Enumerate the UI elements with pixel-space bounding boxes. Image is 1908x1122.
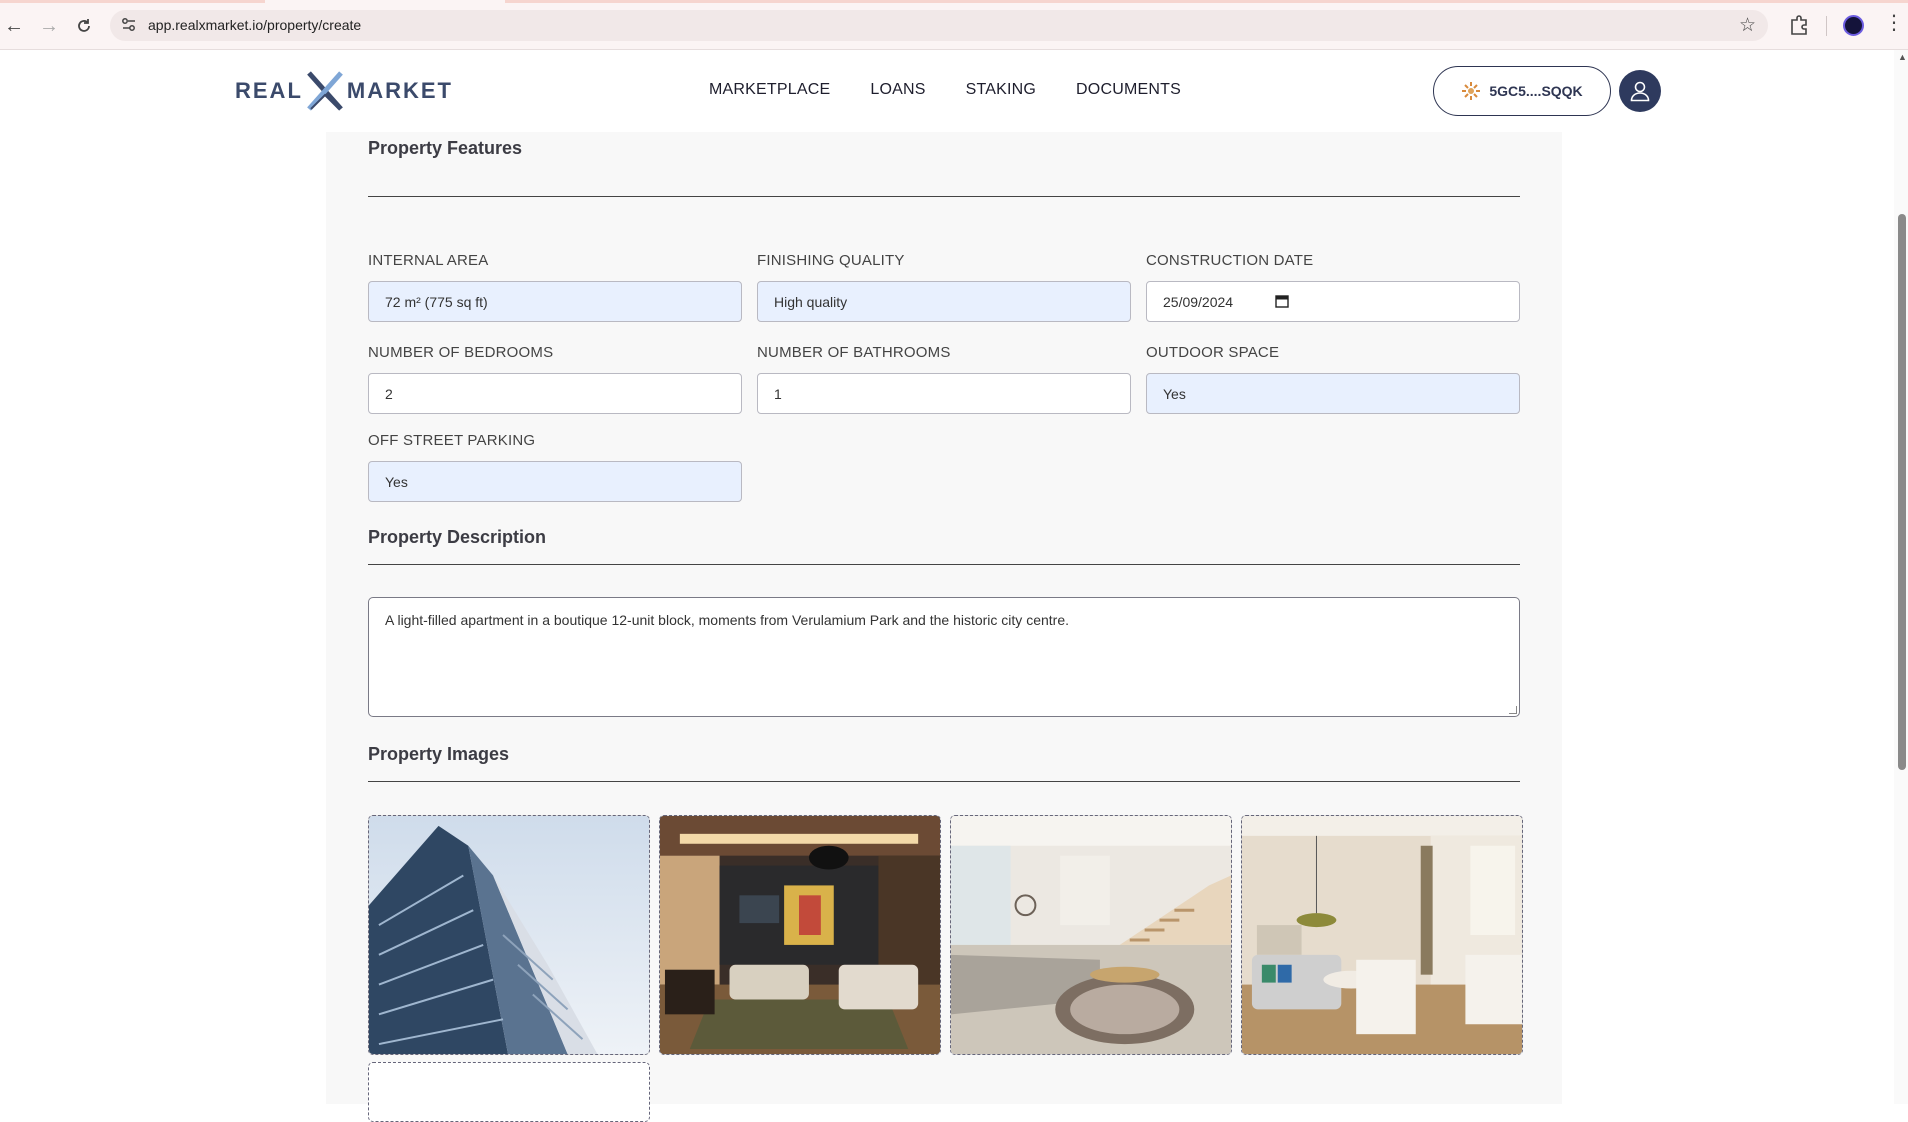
profile-avatar[interactable] [1843, 15, 1864, 36]
bathrooms-input[interactable]: 1 [757, 373, 1131, 414]
resize-handle[interactable] [1509, 706, 1517, 714]
nav-documents[interactable]: DOCUMENTS [1076, 81, 1181, 99]
building-exterior-image [369, 816, 649, 1054]
construction-date-input[interactable]: 25/09/2024 [1146, 281, 1520, 322]
property-image-2[interactable] [659, 815, 941, 1055]
url-text[interactable]: app.realxmarket.io/property/create [148, 17, 361, 33]
main-nav: MARKETPLACE LOANS STAKING DOCUMENTS [709, 81, 1181, 99]
parking-label: OFF STREET PARKING [368, 432, 536, 449]
calendar-icon[interactable] [1275, 294, 1289, 308]
section-divider [368, 781, 1520, 782]
finishing-quality-label: FINISHING QUALITY [757, 252, 905, 269]
forward-icon[interactable]: → [37, 14, 61, 38]
section-divider [368, 564, 1520, 565]
create-property-form: Property Features INTERNAL AREA 72 m² (7… [326, 132, 1562, 1122]
modern-lounge-image [951, 816, 1231, 1054]
browser-menu-icon[interactable]: ⋮ [1884, 13, 1904, 33]
living-room-image [660, 816, 940, 1054]
internal-area-select[interactable]: 72 m² (775 sq ft) [368, 281, 742, 322]
description-text: A light-filled apartment in a boutique 1… [385, 612, 1069, 628]
wallet-address: 5GC5....SQQK [1489, 83, 1583, 99]
description-textarea[interactable]: A light-filled apartment in a boutique 1… [368, 597, 1520, 717]
section-divider [368, 196, 1520, 197]
user-account-button[interactable] [1619, 70, 1661, 112]
construction-date-value: 25/09/2024 [1163, 293, 1234, 310]
wallet-button[interactable]: 5GC5....SQQK [1433, 66, 1611, 116]
toolbar-divider [1826, 16, 1827, 36]
reload-icon[interactable] [72, 14, 96, 38]
user-icon [1630, 81, 1650, 102]
bookmark-star-icon[interactable]: ☆ [1739, 14, 1756, 37]
scrollbar-thumb[interactable] [1898, 214, 1906, 770]
property-image-3[interactable] [950, 815, 1232, 1055]
outdoor-space-select[interactable]: Yes [1146, 373, 1520, 414]
property-images-heading: Property Images [368, 744, 510, 764]
wallet-identicon-icon [1462, 82, 1481, 100]
scroll-up-arrow-icon[interactable]: ▲ [1898, 52, 1907, 62]
parking-select[interactable]: Yes [368, 461, 742, 502]
finishing-quality-select[interactable]: High quality [757, 281, 1131, 322]
property-description-heading: Property Description [368, 527, 547, 547]
nav-loans[interactable]: LOANS [870, 81, 925, 99]
nav-marketplace[interactable]: MARKETPLACE [709, 81, 830, 99]
logo-x-mark-icon [307, 71, 343, 111]
property-image-4[interactable] [1241, 815, 1523, 1055]
bathrooms-label: NUMBER OF BATHROOMS [757, 344, 951, 361]
property-features-heading: Property Features [368, 138, 523, 158]
bedroom-image [1242, 816, 1522, 1054]
tab-strip [0, 0, 1908, 3]
site-settings-icon[interactable] [120, 16, 138, 34]
back-icon[interactable]: ← [2, 14, 26, 38]
address-bar[interactable]: app.realxmarket.io/property/create ☆ [110, 10, 1768, 41]
construction-date-label: CONSTRUCTION DATE [1146, 252, 1314, 269]
outdoor-space-label: OUTDOOR SPACE [1146, 344, 1280, 361]
nav-staking[interactable]: STAKING [966, 81, 1036, 99]
bedrooms-input[interactable]: 2 [368, 373, 742, 414]
extensions-icon[interactable] [1788, 14, 1810, 36]
logo-text-right: MARKET [346, 78, 453, 103]
browser-toolbar: ← → app.realxmarket.io/property/create ☆… [0, 0, 1908, 50]
internal-area-label: INTERNAL AREA [368, 252, 489, 269]
add-image-slot[interactable] [368, 1062, 650, 1122]
property-image-1[interactable] [368, 815, 650, 1055]
bedrooms-label: NUMBER OF BEDROOMS [368, 344, 554, 361]
realxmarket-logo[interactable]: REAL MARKET [235, 68, 453, 114]
site-header: REAL MARKET MARKETPLACE LOANS STAKING DO… [0, 50, 1908, 132]
logo-text-left: REAL [235, 78, 303, 103]
